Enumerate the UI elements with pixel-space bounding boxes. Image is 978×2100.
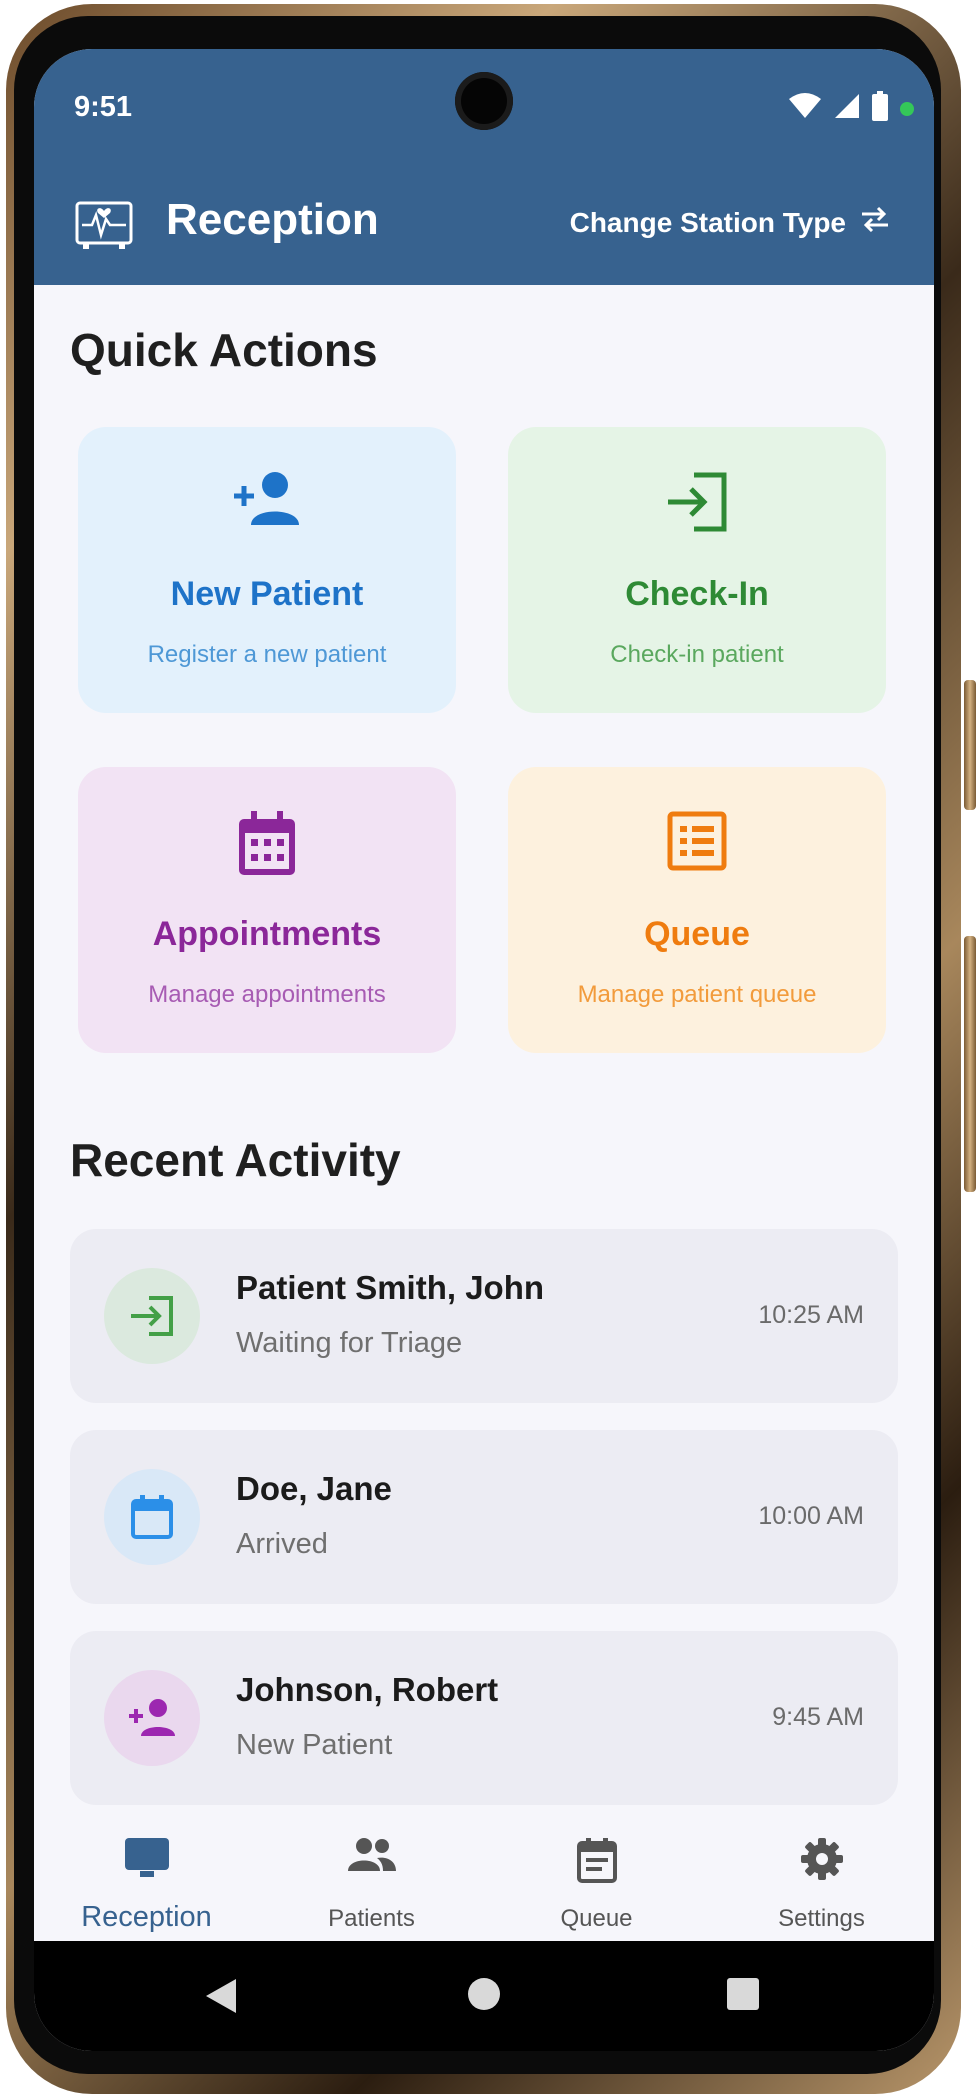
activity-status: New Patient [236,1729,393,1761]
nav-label: Settings [778,1905,865,1932]
status-time: 9:51 [74,91,133,123]
activity-item[interactable]: Johnson, Robert New Patient 9:45 AM [70,1631,898,1805]
back-icon[interactable] [204,1977,238,2020]
people-icon [259,1837,484,1873]
activity-item[interactable]: Doe, Jane Arrived 10:00 AM [70,1430,898,1604]
nav-reception[interactable]: Reception [34,1815,259,1941]
new-patient-title: New Patient [170,575,364,613]
medical-monitor-logo-icon [74,195,134,258]
bottom-navigation: Reception Patients Queue Settings [34,1815,934,1941]
signal-icon [834,92,860,125]
new-patient-card[interactable]: New Patient Register a new patient [78,427,456,713]
nav-label: Reception [81,1901,212,1933]
calendar-icon [78,811,456,877]
queue-card[interactable]: Queue Manage patient queue [508,767,886,1053]
activity-status: Waiting for Triage [236,1327,463,1359]
appointments-title: Appointments [152,915,382,953]
privacy-indicator [900,101,914,116]
list-icon [508,811,886,871]
page-title: Reception [166,195,379,244]
power-button [964,936,976,1192]
change-station-label: Change Station Type [569,206,846,238]
battery-icon [872,91,888,126]
calendar-icon [104,1469,200,1565]
system-navigation-bar [34,1941,934,2051]
activity-item[interactable]: Patient Smith, John Waiting for Triage 1… [70,1229,898,1403]
appointments-subtitle: Manage appointments [148,981,386,1008]
gear-icon [709,1837,934,1881]
monitor-icon [34,1837,259,1879]
change-station-button[interactable]: Change Station Type [570,206,890,239]
app-bar: 9:51 Reception Change Station Type [34,49,934,285]
screen: 9:51 Reception Change Station Type Quick… [34,49,934,2051]
quick-actions-title: Quick Actions [70,324,378,376]
home-icon[interactable] [467,1977,501,2016]
login-icon [104,1268,200,1364]
check-in-title: Check-In [625,575,769,613]
nav-label: Queue [560,1905,633,1932]
volume-button [964,680,976,810]
nav-queue[interactable]: Queue [484,1815,709,1941]
activity-status: Arrived [236,1528,328,1560]
queue-title: Queue [644,915,750,953]
check-in-card[interactable]: Check-In Check-in patient [508,427,886,713]
activity-time: 9:45 AM [772,1703,864,1731]
wifi-icon [788,92,822,125]
activity-name: Patient Smith, John [236,1269,545,1306]
appointments-card[interactable]: Appointments Manage appointments [78,767,456,1053]
person-add-icon [104,1670,200,1766]
swap-icon [860,206,890,239]
activity-time: 10:25 AM [758,1301,864,1329]
front-camera [455,72,513,130]
new-patient-subtitle: Register a new patient [147,641,387,668]
clipboard-icon [484,1837,709,1883]
activity-name: Doe, Jane [236,1470,392,1507]
queue-subtitle: Manage patient queue [577,981,817,1008]
login-icon [508,471,886,533]
nav-patients[interactable]: Patients [259,1815,484,1941]
check-in-subtitle: Check-in patient [610,641,784,668]
activity-time: 10:00 AM [758,1502,864,1530]
status-icons [788,91,914,126]
recents-icon[interactable] [726,1977,760,2016]
recent-activity-title: Recent Activity [70,1134,401,1186]
person-add-icon [78,471,456,527]
nav-label: Patients [328,1905,415,1932]
activity-name: Johnson, Robert [236,1671,499,1708]
nav-settings[interactable]: Settings [709,1815,934,1941]
